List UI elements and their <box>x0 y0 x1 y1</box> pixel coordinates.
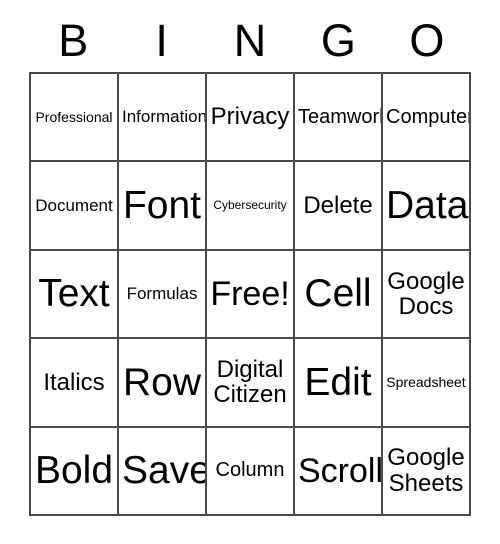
bingo-cell-label: Google Docs <box>387 267 465 320</box>
bingo-cell-label: Spreadsheet <box>386 373 466 390</box>
bingo-cell-label: Row <box>122 360 202 404</box>
bingo-cell[interactable]: Google Sheets <box>383 427 471 516</box>
bingo-cell-label: Professional <box>35 108 113 125</box>
bingo-cell-label: Cell <box>304 272 372 316</box>
bingo-cell[interactable]: Document <box>31 162 119 251</box>
bingo-header-letter-n: N <box>233 14 267 66</box>
bingo-cell[interactable]: Edit <box>295 339 383 428</box>
bingo-cell-label: Free! <box>210 274 290 313</box>
bingo-cell[interactable]: Text <box>31 250 119 340</box>
bingo-cell-label: Bold <box>34 449 114 493</box>
bingo-cell[interactable]: Italics <box>31 339 119 428</box>
bingo-cell[interactable]: Spreadsheet <box>383 339 471 428</box>
bingo-cell-label: Save <box>122 449 207 493</box>
bingo-cell-label: Data <box>386 183 469 227</box>
bingo-cell-label: Information <box>122 107 207 127</box>
bingo-cell[interactable]: Privacy <box>207 74 295 163</box>
bingo-cell-free[interactable]: Free! <box>207 250 295 340</box>
bingo-cell[interactable]: Column <box>207 427 295 516</box>
bingo-cell-label: Cybersecurity <box>213 198 287 213</box>
bingo-cell-label: Google Sheets <box>387 444 465 497</box>
bingo-header-letter-i: I <box>155 14 168 66</box>
bingo-cell[interactable]: Scroll <box>295 427 383 516</box>
bingo-grid: Professional Information Privacy Teamwor… <box>29 72 471 516</box>
bingo-cell-label: Italics <box>43 368 105 396</box>
bingo-cell-label: Document <box>35 195 113 215</box>
bingo-cell[interactable]: Google Docs <box>383 250 471 340</box>
bingo-cell[interactable]: Formulas <box>119 250 207 340</box>
bingo-cell[interactable]: Cell <box>295 250 383 340</box>
bingo-cell-label: Font <box>122 183 202 227</box>
bingo-header-row: B I N G O <box>29 8 471 72</box>
bingo-cell-label: Column <box>215 459 285 482</box>
bingo-cell[interactable]: Bold <box>31 427 119 516</box>
bingo-cell[interactable]: Save <box>119 427 207 516</box>
bingo-cell[interactable]: Row <box>119 339 207 428</box>
bingo-cell[interactable]: Computer <box>383 74 471 163</box>
bingo-cell-label: Text <box>38 272 110 316</box>
bingo-cell-label: Computer <box>386 105 471 128</box>
bingo-cell-label: Teamwork <box>298 105 383 128</box>
bingo-cell-label: Scroll <box>298 451 383 490</box>
bingo-cell[interactable]: Information <box>119 74 207 163</box>
bingo-cell[interactable]: Professional <box>31 74 119 163</box>
bingo-header-letter-b: B <box>58 14 89 66</box>
bingo-cell[interactable]: Teamwork <box>295 74 383 163</box>
bingo-cell[interactable]: Font <box>119 162 207 251</box>
bingo-cell[interactable]: Cybersecurity <box>207 162 295 251</box>
bingo-header-letter-o: O <box>409 14 445 66</box>
bingo-cell-label: Digital Citizen <box>213 355 287 409</box>
bingo-cell-label: Formulas <box>126 283 198 303</box>
bingo-cell-label: Delete <box>303 191 373 219</box>
bingo-cell[interactable]: Delete <box>295 162 383 251</box>
bingo-cell-label: Edit <box>304 360 372 404</box>
bingo-header-letter-g: G <box>320 14 356 66</box>
bingo-cell[interactable]: Digital Citizen <box>207 339 295 428</box>
bingo-cell[interactable]: Data <box>383 162 471 251</box>
bingo-cell-label: Privacy <box>210 103 290 131</box>
bingo-card: B I N G O Professional Information Priva… <box>0 0 500 544</box>
